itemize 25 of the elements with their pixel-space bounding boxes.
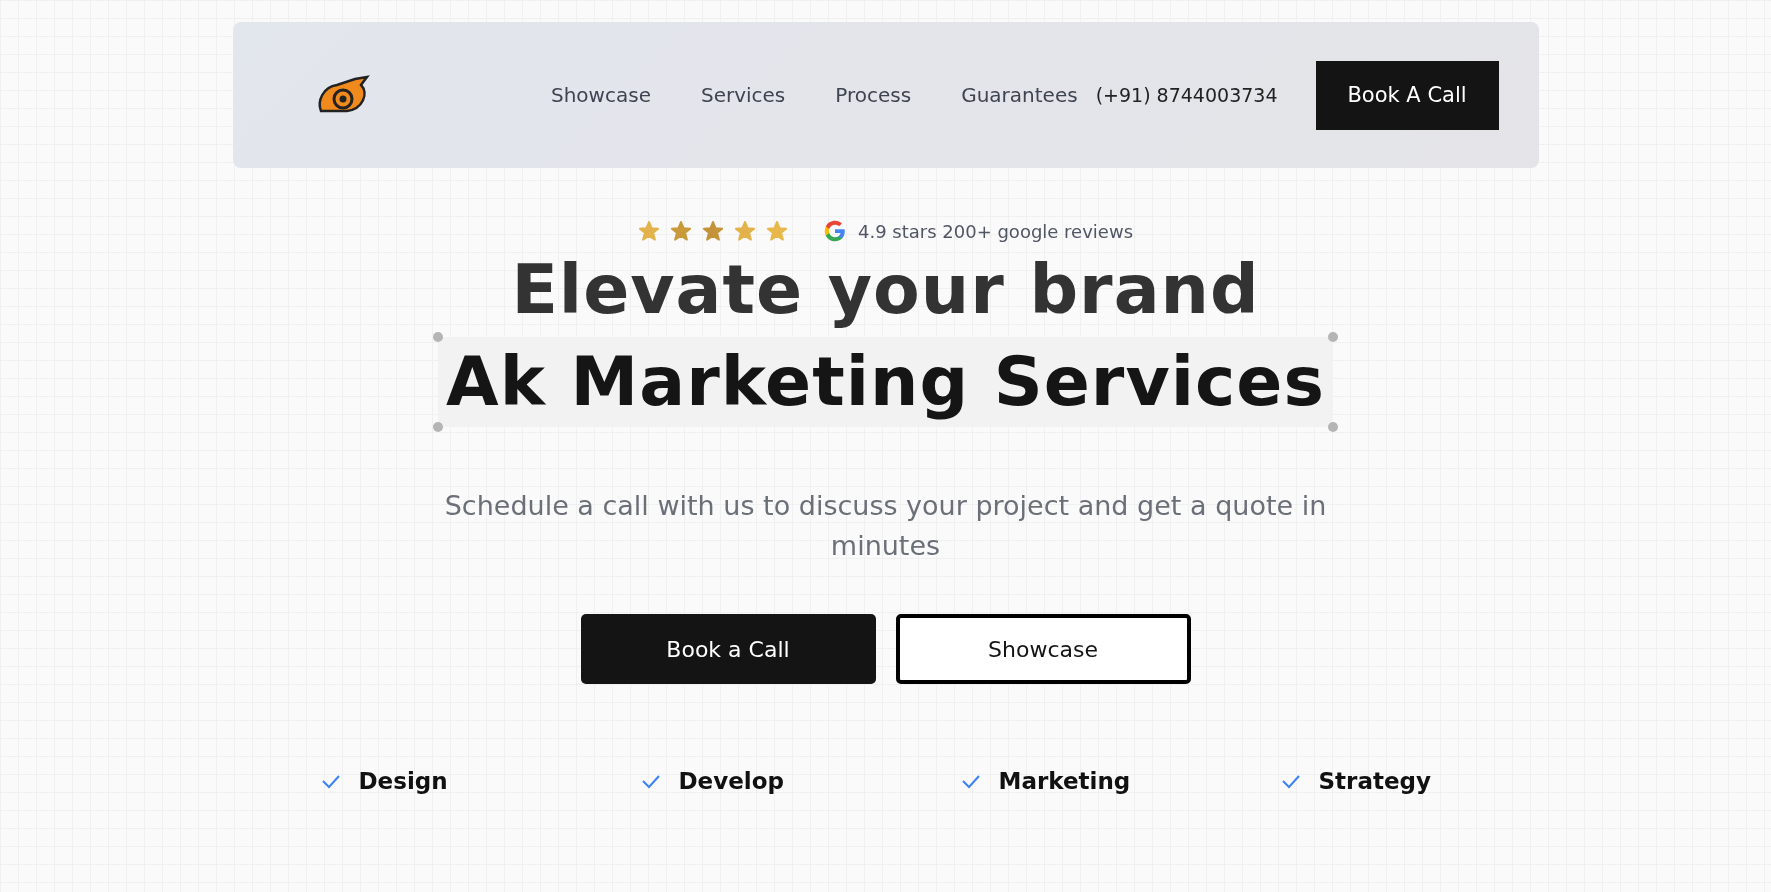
book-call-button[interactable]: Book a Call <box>580 614 876 684</box>
subtitle: Schedule a call with us to discuss your project and get a quote in minutes <box>443 489 1328 563</box>
star-icon <box>637 220 660 242</box>
book-call-button[interactable]: Book A Call <box>1315 60 1499 130</box>
selection-handle[interactable] <box>1327 332 1338 342</box>
star-icon <box>669 220 692 242</box>
nav-link[interactable]: Process <box>835 83 912 107</box>
feature-label: Design <box>358 768 448 794</box>
nav-link[interactable]: Guarantees <box>961 83 1078 107</box>
feature-label: Marketing <box>998 768 1131 794</box>
star-icon <box>765 220 788 242</box>
star-icon <box>701 220 724 242</box>
brand-name: Ak Marketing Services <box>446 342 1325 421</box>
feature-label: Strategy <box>1318 768 1431 794</box>
selection-handle[interactable] <box>1327 422 1338 432</box>
review-summary: 4.9 stars 200+ google reviews <box>857 220 1134 242</box>
nav-link[interactable]: Services <box>700 83 786 107</box>
nav-link[interactable]: Showcase <box>551 83 651 107</box>
phone-number: (+91) 8744003734 <box>1095 84 1278 106</box>
selection-handle[interactable] <box>433 332 444 342</box>
showcase-button[interactable]: Showcase <box>895 614 1191 684</box>
headline: Elevate your brand <box>511 249 1260 331</box>
selection-handle[interactable] <box>433 422 444 432</box>
feature-label: Develop <box>678 768 784 794</box>
star-icon <box>733 220 756 242</box>
